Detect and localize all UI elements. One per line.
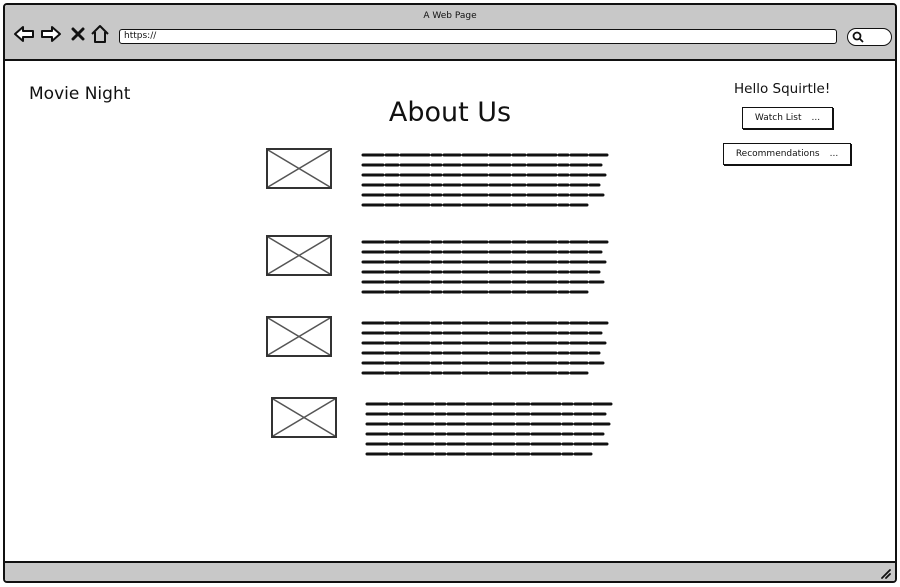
placeholder-text-block: [361, 319, 611, 379]
close-icon: [71, 27, 85, 41]
recommendations-ellipsis: ...: [829, 149, 839, 159]
watch-list-label: Watch List: [754, 113, 802, 123]
browser-chrome: A Web Page https://: [5, 5, 895, 61]
recommendations-label: Recommendations: [735, 149, 820, 159]
placeholder-text-block: [365, 400, 615, 460]
placeholder-text-block: [361, 238, 611, 298]
search-icon: [852, 31, 864, 43]
image-placeholder-icon: [266, 148, 332, 189]
placeholder-text-block: [361, 151, 611, 211]
image-placeholder-icon: [271, 397, 337, 438]
window-title: A Web Page: [423, 11, 477, 21]
address-url: https://: [124, 31, 157, 41]
back-button[interactable]: [13, 23, 35, 45]
forward-button[interactable]: [40, 23, 62, 45]
arrow-right-icon: [41, 26, 61, 42]
status-bar: [5, 561, 895, 581]
recommendations-button[interactable]: Recommendations ...: [723, 143, 851, 165]
image-placeholder-icon: [266, 235, 332, 276]
search-button[interactable]: [847, 28, 892, 46]
arrow-left-icon: [14, 26, 34, 42]
watch-list-button[interactable]: Watch List ...: [742, 107, 833, 129]
watch-list-ellipsis: ...: [811, 113, 821, 123]
stop-button[interactable]: [67, 23, 89, 45]
home-button[interactable]: [89, 23, 111, 45]
address-bar[interactable]: https://: [119, 29, 837, 44]
user-greeting: Hello Squirtle!: [734, 81, 831, 97]
resize-grip-icon[interactable]: [879, 567, 891, 579]
home-icon: [91, 25, 109, 43]
image-placeholder-icon: [266, 316, 332, 357]
browser-window: A Web Page https:// Movie Night About Us…: [3, 3, 897, 583]
